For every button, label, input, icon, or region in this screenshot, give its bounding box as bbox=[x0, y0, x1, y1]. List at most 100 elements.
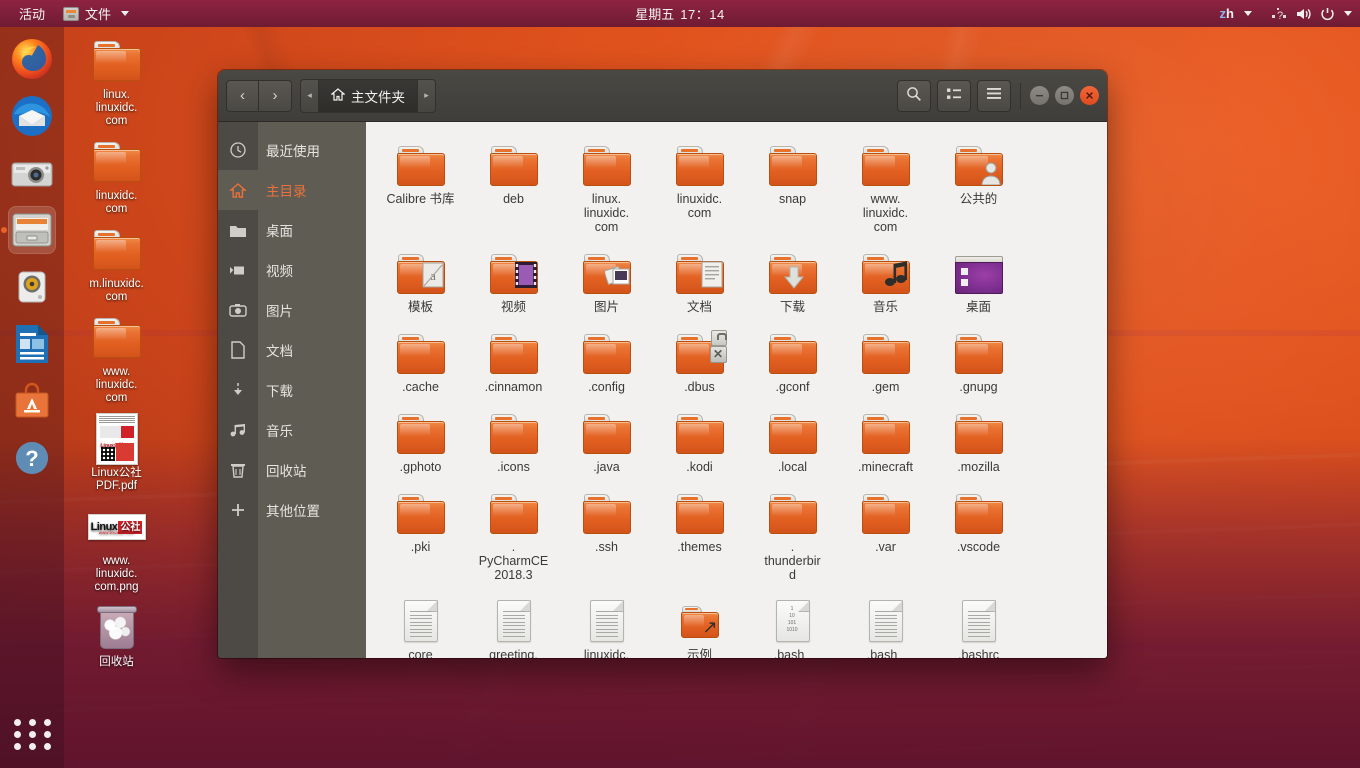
sidebar-item-other-locations[interactable]: 其他位置 bbox=[258, 490, 366, 530]
show-applications-button[interactable] bbox=[12, 714, 52, 754]
desktop-item-folder[interactable]: linux. linuxidc. com bbox=[64, 27, 169, 128]
file-item[interactable]: a 模板 bbox=[374, 242, 467, 322]
sidebar-icon-videos[interactable] bbox=[218, 250, 258, 290]
dock-item-camera[interactable] bbox=[8, 149, 56, 197]
file-item[interactable]: . PyCharmCE 2018.3 bbox=[467, 482, 560, 590]
sidebar-item-videos[interactable]: 视频 bbox=[258, 250, 366, 290]
system-tray[interactable]: zh ? bbox=[1216, 3, 1360, 25]
file-item[interactable]: .ssh bbox=[560, 482, 653, 590]
file-item[interactable]: .java bbox=[560, 402, 653, 482]
breadcrumb-scroll-right-icon[interactable]: ▸ bbox=[418, 79, 436, 113]
sidebar-item-recent[interactable]: 最近使用 bbox=[258, 130, 366, 170]
sidebar-item-music[interactable]: 音乐 bbox=[258, 410, 366, 450]
breadcrumb-item-home[interactable]: 主文件夹 bbox=[318, 79, 418, 113]
breadcrumb-scroll-left-icon[interactable]: ◂ bbox=[300, 79, 318, 113]
file-item[interactable]: 文档 bbox=[653, 242, 746, 322]
file-item[interactable]: Calibre 书库 bbox=[374, 134, 467, 242]
file-item[interactable]: . thunderbir d bbox=[746, 482, 839, 590]
file-item[interactable]: 图片 bbox=[560, 242, 653, 322]
file-item[interactable]: .bash_ logout bbox=[839, 590, 932, 658]
sidebar-icon-recent[interactable] bbox=[218, 130, 258, 170]
desktop-item-folder[interactable]: www. linuxidc. com bbox=[64, 304, 169, 405]
back-button[interactable]: ‹ bbox=[226, 80, 259, 112]
sidebar-icon-home[interactable] bbox=[218, 170, 258, 210]
activities-button[interactable]: 活动 bbox=[10, 1, 54, 26]
file-item[interactable]: core bbox=[374, 590, 467, 658]
volume-icon[interactable] bbox=[1292, 3, 1314, 25]
dock-item-rhythmbox[interactable] bbox=[8, 263, 56, 311]
desktop-item-trash[interactable]: 回收站 bbox=[64, 594, 169, 669]
sidebar-icon-desktop[interactable] bbox=[218, 210, 258, 250]
dock-item-files[interactable] bbox=[8, 206, 56, 254]
file-item[interactable]: .bashrc bbox=[932, 590, 1025, 658]
menu-button[interactable] bbox=[977, 80, 1011, 112]
file-item[interactable]: 视频 bbox=[467, 242, 560, 322]
sidebar-item-desktop[interactable]: 桌面 bbox=[258, 210, 366, 250]
minimize-button[interactable] bbox=[1030, 86, 1049, 105]
file-item[interactable]: .icons bbox=[467, 402, 560, 482]
file-item[interactable]: ↗ 示例 bbox=[653, 590, 746, 658]
sidebar-item-home[interactable]: 主目录 bbox=[258, 170, 366, 210]
app-menu-files[interactable]: 文件 bbox=[54, 1, 138, 26]
dock-item-ubuntu-software[interactable] bbox=[8, 377, 56, 425]
file-item[interactable]: greeting. txt bbox=[467, 590, 560, 658]
keyboard-layout-indicator[interactable]: zh bbox=[1216, 4, 1238, 23]
forward-button[interactable]: › bbox=[259, 80, 292, 112]
desktop-item-folder[interactable]: linuxidc. com bbox=[64, 128, 169, 216]
file-list-grid[interactable]: Calibre 书库 deb linux. linuxidc. com linu… bbox=[366, 122, 1107, 658]
chevron-down-icon[interactable] bbox=[1344, 11, 1352, 16]
sidebar-icon-other-locations[interactable] bbox=[218, 490, 258, 530]
dock-item-thunderbird[interactable] bbox=[8, 92, 56, 140]
sidebar-item-trash[interactable]: 回收站 bbox=[258, 450, 366, 490]
sidebar-icon-downloads[interactable] bbox=[218, 370, 258, 410]
file-item[interactable]: .config bbox=[560, 322, 653, 402]
maximize-button[interactable] bbox=[1055, 86, 1074, 105]
sidebar-icon-documents[interactable] bbox=[218, 330, 258, 370]
power-icon[interactable] bbox=[1316, 3, 1338, 25]
file-item[interactable]: linux. linuxidc. com bbox=[560, 134, 653, 242]
sidebar-item-pictures[interactable]: 图片 bbox=[258, 290, 366, 330]
file-item[interactable]: .var bbox=[839, 482, 932, 590]
desktop-item-pdf[interactable]: Linux公社 Linux公社 PDF.pdf bbox=[64, 405, 169, 493]
file-item[interactable]: .pki bbox=[374, 482, 467, 590]
dock-item-firefox[interactable] bbox=[8, 35, 56, 83]
file-item[interactable]: snap bbox=[746, 134, 839, 242]
file-item[interactable]: .mozilla bbox=[932, 402, 1025, 482]
sidebar-icon-trash[interactable] bbox=[218, 450, 258, 490]
sidebar-item-documents[interactable]: 文档 bbox=[258, 330, 366, 370]
file-item[interactable]: .themes bbox=[653, 482, 746, 590]
desktop-item-folder[interactable]: m.linuxidc. com bbox=[64, 216, 169, 304]
view-toggle-button[interactable] bbox=[937, 80, 971, 112]
file-item[interactable]: linuxidc. com.txt bbox=[560, 590, 653, 658]
file-item[interactable]: .local bbox=[746, 402, 839, 482]
camera-icon bbox=[10, 155, 54, 191]
sidebar-item-downloads[interactable]: 下载 bbox=[258, 370, 366, 410]
file-item[interactable]: .gnupg bbox=[932, 322, 1025, 402]
file-item[interactable]: 下载 bbox=[746, 242, 839, 322]
file-item[interactable]: .gem bbox=[839, 322, 932, 402]
file-item[interactable]: .cinnamon bbox=[467, 322, 560, 402]
file-item[interactable]: .gconf bbox=[746, 322, 839, 402]
file-item[interactable]: ✕ .dbus bbox=[653, 322, 746, 402]
search-button[interactable] bbox=[897, 80, 931, 112]
file-item[interactable]: deb bbox=[467, 134, 560, 242]
close-button[interactable] bbox=[1080, 86, 1099, 105]
file-item[interactable]: .minecraft bbox=[839, 402, 932, 482]
file-item[interactable]: 公共的 bbox=[932, 134, 1025, 242]
file-item[interactable]: .kodi bbox=[653, 402, 746, 482]
sidebar-icon-music[interactable] bbox=[218, 410, 258, 450]
file-item[interactable]: .vscode bbox=[932, 482, 1025, 590]
dock-item-help[interactable]: ? bbox=[8, 434, 56, 482]
sidebar-icon-pictures[interactable] bbox=[218, 290, 258, 330]
file-item[interactable]: .gphoto bbox=[374, 402, 467, 482]
file-item[interactable]: .cache bbox=[374, 322, 467, 402]
file-item[interactable]: 桌面 bbox=[932, 242, 1025, 322]
file-item[interactable]: www. linuxidc. com bbox=[839, 134, 932, 242]
file-item[interactable]: linuxidc. com bbox=[653, 134, 746, 242]
file-item[interactable]: 1101011010 .bash_ history bbox=[746, 590, 839, 658]
file-item[interactable]: 音乐 bbox=[839, 242, 932, 322]
dock-item-libreoffice-impress[interactable] bbox=[8, 320, 56, 368]
desktop-item-image[interactable]: Linux公社 www.linuxidc.com www. linuxidc. … bbox=[64, 493, 169, 594]
network-icon[interactable]: ? bbox=[1268, 3, 1290, 25]
svg-text:?: ? bbox=[25, 446, 38, 471]
